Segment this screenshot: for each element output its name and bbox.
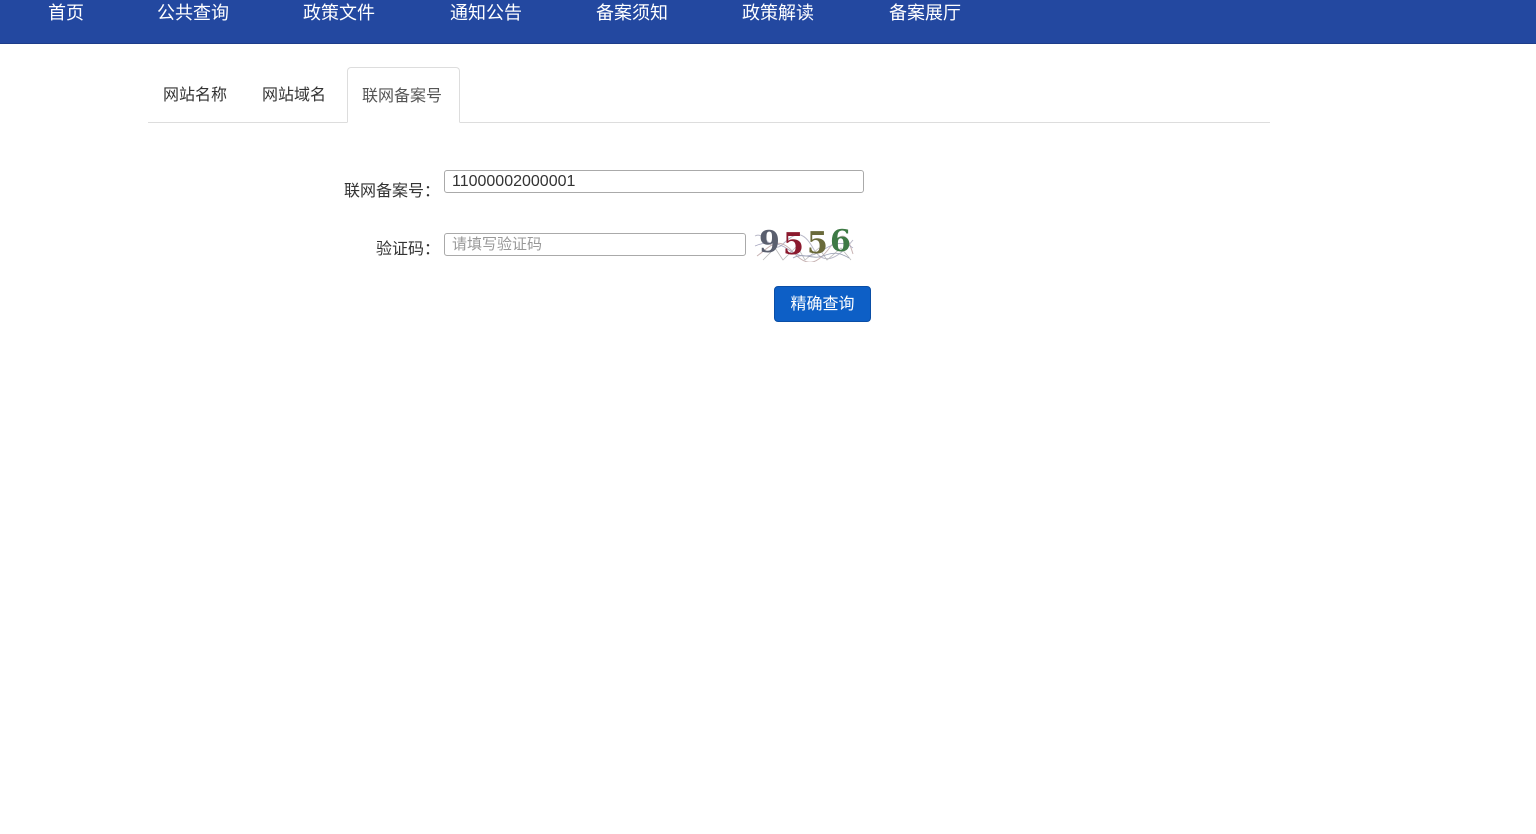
captcha-digit: 5 [783, 227, 804, 262]
nav-item-public-query[interactable]: 公共查询 [157, 0, 229, 28]
exact-query-button[interactable]: 精确查询 [774, 286, 871, 322]
top-navigation-bar: 首页 公共查询 政策文件 通知公告 备案须知 政策解读 备案展厅 [0, 0, 1536, 44]
record-number-input[interactable] [444, 170, 864, 193]
nav-item-policy-files[interactable]: 政策文件 [303, 0, 375, 28]
nav-item-filing-notes[interactable]: 备案须知 [596, 0, 668, 28]
captcha-label: 验证码： [375, 239, 440, 258]
captcha-digit: 9 [759, 226, 780, 260]
captcha-input[interactable] [444, 233, 746, 256]
query-type-tabs: 网站名称 网站域名 联网备案号 [148, 67, 1270, 123]
captcha-image-graphic: 9 5 5 6 [754, 224, 854, 263]
nav-item-home[interactable]: 首页 [48, 0, 84, 28]
nav-item-policy-interpretation[interactable]: 政策解读 [742, 0, 814, 28]
nav-item-announcements[interactable]: 通知公告 [450, 0, 522, 28]
captcha-image[interactable]: 9 5 5 6 [753, 224, 855, 263]
nav-item-filing-showroom[interactable]: 备案展厅 [889, 0, 961, 28]
tab-record-number[interactable]: 联网备案号 [347, 67, 460, 123]
record-number-label: 联网备案号： [343, 181, 440, 200]
tab-website-name[interactable]: 网站名称 [163, 67, 227, 121]
tab-website-domain[interactable]: 网站域名 [262, 67, 326, 121]
